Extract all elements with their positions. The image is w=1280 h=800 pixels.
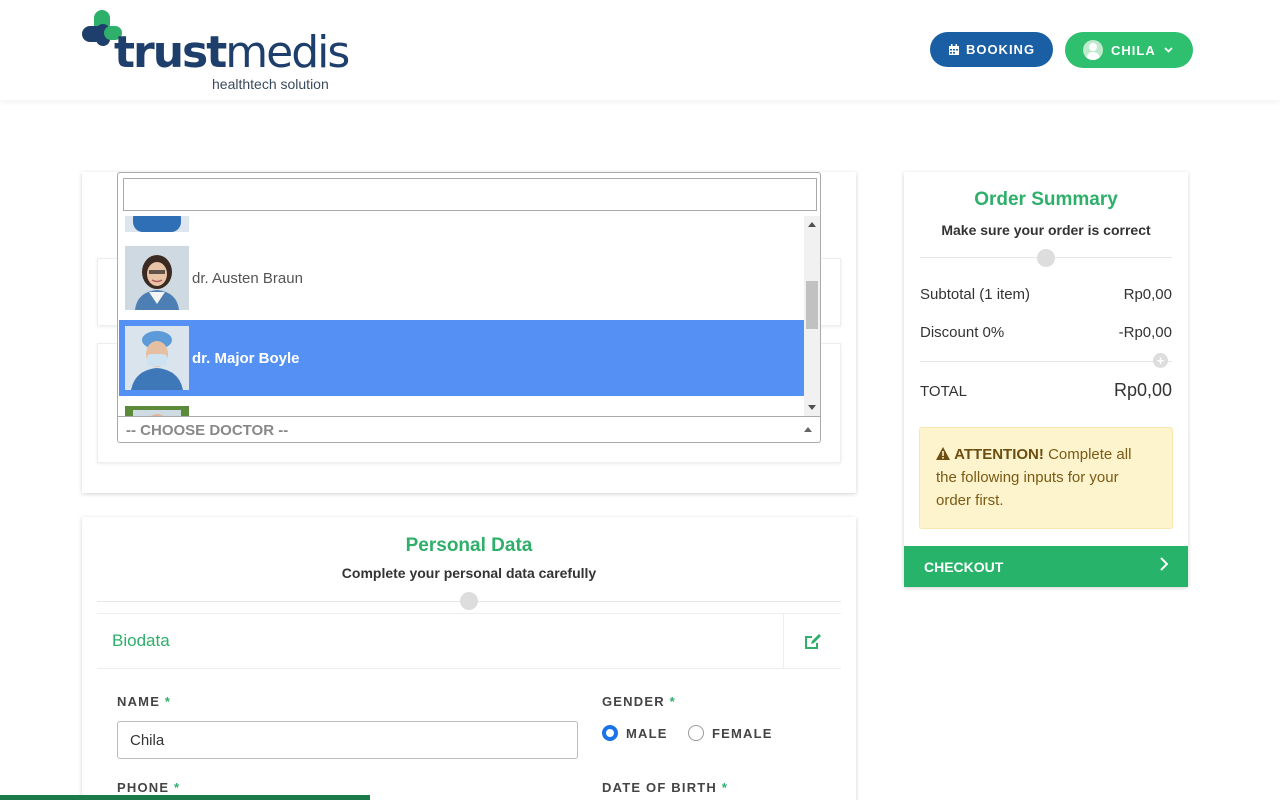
subtotal-row: Subtotal (1 item) Rp0,00: [920, 286, 1172, 303]
caret-up-icon: [804, 427, 812, 432]
booking-button[interactable]: BOOKING: [930, 32, 1053, 67]
gender-male-label[interactable]: MALE: [626, 726, 668, 741]
divider-dot: [460, 592, 478, 610]
doctor-option[interactable]: [119, 400, 804, 416]
logo-word-trust: trust: [114, 27, 227, 78]
edit-biodata-button[interactable]: [783, 614, 841, 669]
required-mark: *: [669, 694, 676, 709]
attention-alert: ATTENTION! Complete all the following in…: [919, 427, 1173, 529]
doctor-photo: [125, 406, 189, 416]
logo-tagline: healthtech solution: [212, 76, 329, 92]
user-name-label: CHILA: [1111, 42, 1156, 58]
doctor-option[interactable]: [119, 216, 804, 238]
gender-female-radio[interactable]: [688, 725, 704, 741]
doctor-option[interactable]: dr. Austen Braun: [119, 240, 804, 316]
checkout-label: CHECKOUT: [924, 559, 1004, 575]
required-mark: *: [174, 780, 181, 795]
order-summary-title: Order Summary: [974, 189, 1118, 210]
name-input[interactable]: [117, 721, 578, 759]
doctor-dropdown[interactable]: dr. Austen Braun dr. Major Boyle -- CHOO…: [117, 172, 821, 443]
doctor-photo: [125, 326, 189, 390]
user-menu-button[interactable]: CHILA: [1065, 32, 1193, 68]
doctor-option-selected[interactable]: dr. Major Boyle: [119, 320, 804, 396]
dropdown-scrollbar[interactable]: [804, 216, 820, 416]
total-row: TOTAL Rp0,00: [920, 380, 1172, 400]
booking-button-label: BOOKING: [965, 42, 1036, 57]
choose-doctor-placeholder: -- CHOOSE DOCTOR --: [126, 422, 289, 439]
name-label-text: NAME: [117, 694, 161, 709]
avatar: [1083, 40, 1103, 60]
discount-label: Discount 0%: [920, 324, 1005, 341]
name-field-label: NAME *: [117, 694, 171, 709]
gender-field-label: GENDER *: [602, 694, 676, 709]
divider: [920, 361, 1172, 362]
gender-label-text: GENDER: [602, 694, 665, 709]
plus-circle-icon: +: [1153, 353, 1168, 368]
personal-data-subtitle: Complete your personal data carefully: [341, 565, 597, 581]
total-label: TOTAL: [920, 383, 967, 400]
subtotal-value: Rp0,00: [1123, 286, 1172, 303]
dob-label-text: DATE OF BIRTH: [602, 780, 718, 795]
dob-field-label: DATE OF BIRTH *: [602, 780, 728, 795]
doctor-photo: [125, 246, 189, 310]
logo-word-medis: medis: [225, 27, 350, 78]
phone-label-text: PHONE: [117, 780, 170, 795]
edit-icon: [804, 633, 821, 649]
biodata-label: Biodata: [112, 631, 170, 650]
checkout-button[interactable]: CHECKOUT: [904, 546, 1188, 587]
top-navbar: trustmedis healthtech solution BOOKING C…: [0, 0, 1280, 100]
required-mark: *: [164, 694, 172, 709]
scrollbar-thumb[interactable]: [806, 281, 818, 329]
calendar-icon: [948, 43, 959, 55]
logo-wordmark: trustmedis: [114, 27, 350, 78]
scroll-up-arrow-icon[interactable]: [808, 222, 816, 227]
divider-dot: [1037, 249, 1055, 267]
phone-field-label: PHONE *: [117, 780, 180, 795]
scroll-down-arrow-icon[interactable]: [808, 405, 816, 410]
trustmedis-logo[interactable]: trustmedis healthtech solution: [82, 8, 350, 96]
doctor-options-list[interactable]: dr. Austen Braun dr. Major Boyle: [118, 216, 804, 416]
gender-male-radio[interactable]: [602, 725, 618, 741]
subtotal-label: Subtotal (1 item): [920, 286, 1031, 303]
attention-title: ATTENTION!: [954, 446, 1044, 463]
choose-doctor-select[interactable]: -- CHOOSE DOCTOR --: [118, 416, 820, 442]
doctor-photo: [125, 216, 189, 232]
doctor-option-label: dr. Austen Braun: [192, 269, 303, 287]
doctor-search-input[interactable]: [123, 178, 817, 211]
discount-row: Discount 0% -Rp0,00: [920, 324, 1172, 341]
discount-value: -Rp0,00: [1118, 324, 1172, 341]
chevron-down-icon: [1164, 47, 1173, 53]
chevron-right-icon: [1160, 557, 1168, 571]
required-mark: *: [721, 780, 729, 795]
order-summary-subtitle: Make sure your order is correct: [941, 222, 1151, 238]
doctor-option-label: dr. Major Boyle: [192, 349, 300, 367]
personal-data-title: Personal Data: [405, 535, 533, 556]
warning-icon: [936, 447, 950, 460]
gender-female-label[interactable]: FEMALE: [712, 726, 773, 741]
biodata-header: Biodata: [97, 613, 841, 669]
total-value: Rp0,00: [1113, 380, 1172, 400]
page-load-progress-bar: [0, 795, 370, 800]
